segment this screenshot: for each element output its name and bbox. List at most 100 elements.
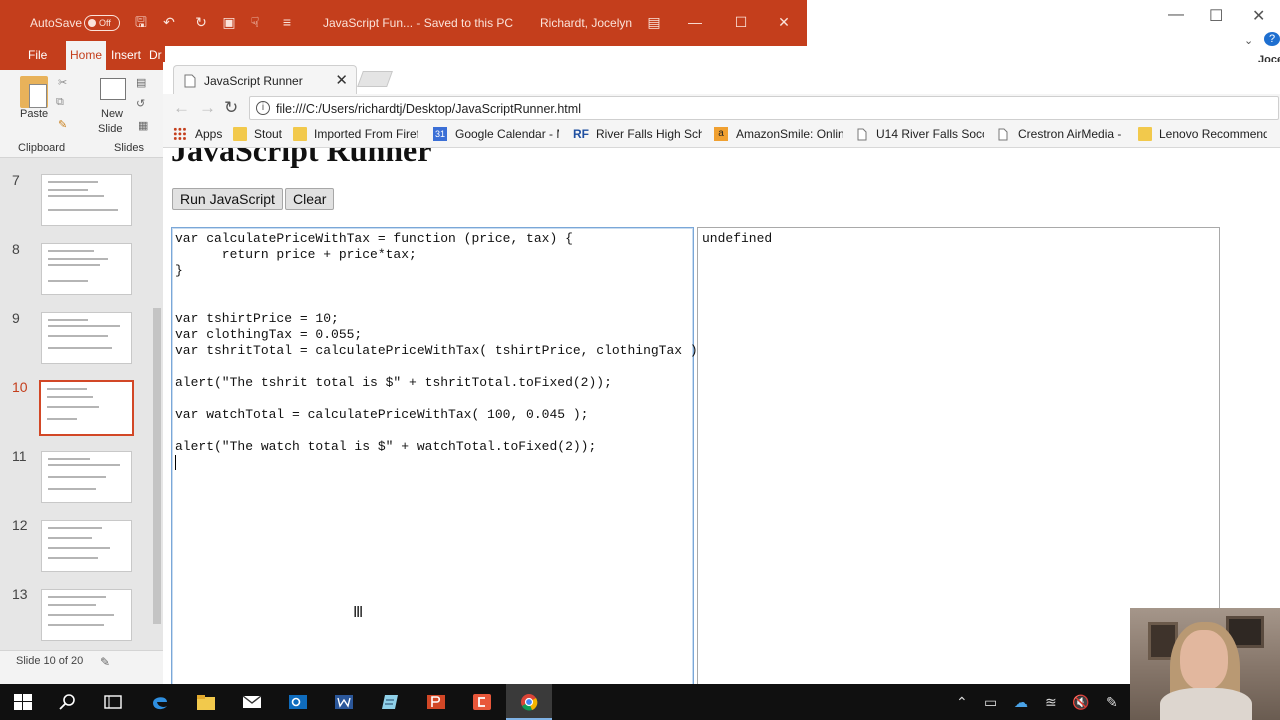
bookmark-rfhs[interactable]: River Falls High Scho [596,127,702,141]
new-slide-icon[interactable] [100,78,126,100]
edge-icon[interactable] [150,693,170,711]
presenter-body [1160,688,1252,720]
bookmark-amazonsmile[interactable]: AmazonSmile: Online [736,127,843,141]
reload-icon[interactable]: ↻ [224,98,238,118]
folder-icon [293,127,307,141]
notes-icon[interactable]: ✎ [100,655,110,669]
back-icon[interactable]: ← [173,98,190,118]
screencast-icon[interactable] [472,693,492,711]
clipboard-group-label: Clipboard [18,142,66,154]
bookmark-stout[interactable]: Stout [254,127,282,141]
outlook-icon[interactable] [288,693,308,711]
close-icon[interactable]: ✕ [775,13,793,31]
slide-thumbnail-active[interactable] [39,380,134,436]
bookmark-u14[interactable]: U14 River Falls Socce [876,127,984,141]
search-icon[interactable] [58,693,78,711]
url-text[interactable]: file:///C:/Users/richardtj/Desktop/JavaS… [276,102,581,116]
presenter-face [1180,630,1228,690]
page-icon [184,74,196,88]
tab-file[interactable]: File [28,48,47,62]
browser-tabbar: JavaScript Runner ✕ [163,62,1280,94]
slide-number: 7 [12,172,20,188]
clear-button[interactable]: Clear [285,188,335,210]
page-content: JavaScript Runner Run JavaScript Clear v… [163,148,1280,684]
forward-icon[interactable]: → [199,98,216,118]
save-icon[interactable]: 🖫 [132,13,150,31]
autosave-label: AutoSave [30,16,83,30]
slide-thumbnail[interactable] [41,174,132,226]
wifi-icon[interactable]: ≊ [1045,694,1057,711]
tab-close-icon[interactable]: ✕ [335,71,348,89]
volume-mute-icon[interactable]: 🔇 [1072,694,1089,711]
slide-number: 8 [12,241,20,257]
user-name[interactable]: Richardt, Jocelyn [540,16,632,30]
taskbar: ⌃ ▭ ☁ ≊ 🔇 ✎ [0,684,1130,720]
onedrive-icon[interactable]: ☁ [1014,694,1028,711]
format-painter-icon[interactable]: ✎ [58,118,67,131]
autosave-toggle[interactable]: Off [84,15,120,31]
collapse-chevron-icon[interactable]: ⌄ [1244,34,1253,47]
mail-icon[interactable] [242,693,262,711]
run-javascript-button[interactable]: Run JavaScript [172,188,283,210]
slides-group-label: Slides [114,142,144,154]
thumbnail-scrollbar-thumb[interactable] [153,308,161,624]
code-text[interactable]: var calculatePriceWithTax = function (pr… [175,231,706,455]
undo-icon[interactable]: ↶ [160,13,178,31]
powerpoint-icon[interactable] [426,693,446,711]
bookmark-imported[interactable]: Imported From Firefo [314,127,418,141]
slide-number: 11 [12,448,27,464]
window-minimize-icon[interactable]: — [1168,6,1184,24]
slide-thumbnail[interactable] [41,451,132,503]
file-explorer-icon[interactable] [196,693,216,711]
section-icon[interactable]: ▦ [138,119,148,132]
info-icon[interactable]: i [256,101,270,115]
task-view-icon[interactable] [103,693,123,711]
tab-draw[interactable]: Dr [149,48,162,62]
chevron-up-icon[interactable]: ⌃ [956,694,968,711]
help-icon[interactable]: ? [1264,32,1280,46]
pen-icon[interactable]: ✎ [1106,694,1118,711]
bookmark-crestron[interactable]: Crestron AirMedia - F [1018,127,1124,141]
chrome-icon[interactable] [519,693,539,711]
notepad-icon[interactable] [380,693,400,711]
cut-icon[interactable]: ✂ [58,76,67,89]
slide-thumbnail[interactable] [41,312,132,364]
maximize-icon[interactable]: ☐ [732,13,750,31]
new-slide-label[interactable]: New [101,108,123,120]
word-icon[interactable] [334,693,354,711]
status-bar: Slide 10 of 20 ✎ [0,650,165,684]
copy-icon[interactable]: ⧉ [56,96,64,109]
ribbon: Paste ✂ ⧉ ✎ New Slide ▤ ↺ ▦ Clipboard Sl… [0,70,165,158]
bookmark-calendar[interactable]: Google Calendar - M [455,127,559,141]
document-title: JavaScript Fun... - Saved to this PC [323,16,514,30]
paste-icon[interactable] [20,76,48,108]
reset-icon[interactable]: ↺ [136,97,145,110]
tab-home[interactable]: Home [66,41,106,70]
bookmark-apps[interactable]: Apps [195,127,222,141]
code-editor[interactable]: var calculatePriceWithTax = function (pr… [171,227,706,684]
new-slide-label-2[interactable]: Slide [98,123,122,135]
battery-icon[interactable]: ▭ [984,694,997,711]
present-icon[interactable]: ▣ [220,13,238,31]
address-bar[interactable]: i file:///C:/Users/richardtj/Desktop/Jav… [249,96,1279,120]
slide-thumbnail[interactable] [41,589,132,641]
slide-thumbnail[interactable] [41,520,132,572]
window-close-icon[interactable]: ✕ [1252,6,1265,26]
windows-start-icon[interactable] [13,693,33,711]
ribbon-display-icon[interactable]: ▤ [645,13,663,31]
slide-thumbnail[interactable] [41,243,132,295]
slide-number: 9 [12,310,20,326]
bookmark-lenovo[interactable]: Lenovo Recommende [1159,127,1267,141]
window-maximize-icon[interactable]: ☐ [1209,6,1223,26]
minimize-icon[interactable]: — [686,13,704,31]
browser-toolbar: ← → ↻ i file:///C:/Users/richardtj/Deskt… [163,94,1280,122]
customize-toolbar-icon[interactable]: ≡ [278,13,296,31]
slide-number-active: 10 [12,379,28,395]
redo-icon[interactable]: ↻ [192,13,210,31]
new-tab-button[interactable] [357,71,393,87]
touch-mode-icon[interactable]: ☟ [246,13,264,31]
paste-label[interactable]: Paste [20,108,48,120]
browser-tab[interactable]: JavaScript Runner ✕ [173,65,357,94]
tab-insert[interactable]: Insert [111,48,141,62]
layout-icon[interactable]: ▤ [136,76,146,89]
